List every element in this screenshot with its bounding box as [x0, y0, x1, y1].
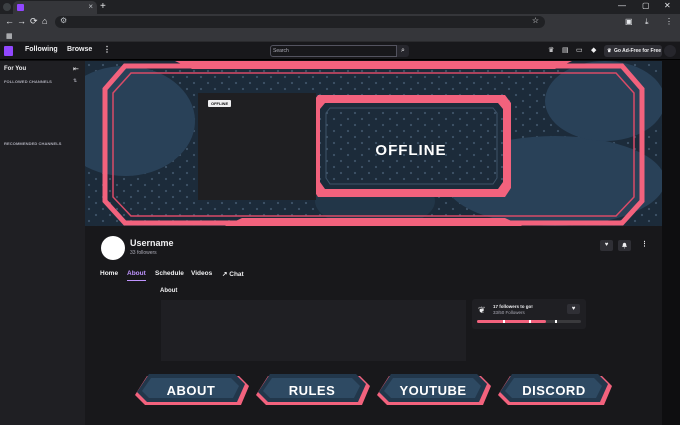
- tab-about[interactable]: About: [127, 270, 146, 277]
- follow-heart-button[interactable]: ♥: [600, 240, 613, 251]
- goal-hearts-icon: ❦: [478, 305, 486, 315]
- back-icon[interactable]: ←: [5, 16, 14, 26]
- panel-about-label: ABOUT: [167, 383, 216, 398]
- panel-rules-label: RULES: [289, 383, 336, 398]
- goal-progress-fill: [477, 320, 546, 323]
- browser-menu-icon[interactable]: ⋮: [665, 17, 673, 26]
- followed-channels-label: FOLLOWED CHANNELS: [4, 79, 52, 84]
- panel-art: YOUTUBE: [377, 374, 491, 405]
- close-tab-icon[interactable]: ×: [88, 2, 93, 11]
- crown-icon[interactable]: ♛: [548, 46, 554, 54]
- bell-icon: [622, 242, 627, 249]
- follower-goal: ❦ 17 followers to go! 33/50 Followers ♥: [472, 299, 586, 329]
- goal-marker: [503, 320, 505, 323]
- side-nav: For You ⇤ FOLLOWED CHANNELS ⇅ RECOMMENDE…: [0, 61, 85, 425]
- home-icon[interactable]: ⌂: [42, 16, 47, 26]
- video-player-preview[interactable]: OFFLINE: [198, 93, 316, 200]
- panel-art: ABOUT: [135, 374, 249, 405]
- browser-tab-strip: × + — ▢ ✕: [0, 0, 680, 14]
- channel-name[interactable]: Username: [130, 238, 174, 248]
- reload-icon[interactable]: ⟳: [30, 16, 38, 27]
- tab-schedule[interactable]: Schedule: [155, 270, 184, 277]
- offline-banner: OFFLINE OFFLINE: [85, 61, 662, 226]
- twitch-favicon-icon: [17, 4, 24, 11]
- tab-search-icon[interactable]: [3, 3, 11, 11]
- go-ad-free-button[interactable]: ♛ Go Ad-Free for Free: [604, 45, 662, 57]
- apps-grid-icon[interactable]: ▦: [6, 32, 13, 40]
- channel-info: Username 33 followers ♥ ⋮ Home About Sch…: [85, 226, 662, 425]
- panel-art: DISCORD: [498, 374, 612, 405]
- download-icon[interactable]: ⤓: [645, 17, 649, 27]
- browser-toolbar: ← → ⟳ ⌂ ⚙ ☆ ▣ ⤓ ⋮: [0, 14, 680, 30]
- tab-videos[interactable]: Videos: [191, 270, 212, 277]
- about-heading: About: [160, 288, 178, 294]
- channel-main: OFFLINE OFFLINE Username 33 followers ♥ …: [85, 61, 662, 425]
- minimize-icon[interactable]: —: [618, 1, 626, 10]
- maximize-icon[interactable]: ▢: [642, 1, 650, 10]
- panel-discord-label: DISCORD: [522, 383, 585, 398]
- panel-rules[interactable]: RULES: [254, 371, 372, 409]
- tab-chat[interactable]: ↗ Chat: [222, 270, 244, 278]
- whispers-icon[interactable]: ▭: [576, 46, 583, 54]
- user-avatar[interactable]: [664, 45, 676, 57]
- twitch-logo-icon[interactable]: [4, 46, 13, 56]
- site-info-icon[interactable]: ⚙: [60, 16, 67, 25]
- search-input[interactable]: [273, 46, 393, 56]
- bits-icon[interactable]: ◆: [591, 46, 596, 54]
- nav-more-icon[interactable]: ⋮: [103, 45, 111, 54]
- bookmark-star-icon[interactable]: ☆: [532, 16, 539, 25]
- crown-small-icon: ♛: [607, 48, 612, 54]
- close-window-icon[interactable]: ✕: [664, 1, 671, 10]
- panel-about[interactable]: ABOUT: [133, 371, 251, 409]
- nav-following[interactable]: Following: [25, 46, 58, 53]
- inbox-icon[interactable]: ▤: [562, 46, 569, 54]
- panel-art: RULES: [256, 374, 370, 405]
- sidebar-title: For You: [4, 66, 27, 72]
- collapse-sidebar-icon[interactable]: ⇤: [73, 65, 79, 73]
- search-field[interactable]: [270, 45, 397, 57]
- notification-bell-button[interactable]: [618, 240, 631, 251]
- offline-badge: OFFLINE: [208, 100, 232, 107]
- follower-count: 33 followers: [130, 250, 157, 256]
- channel-avatar[interactable]: [101, 236, 125, 260]
- info-panels: ABOUT RULES YOUTUBE DISCORD: [133, 371, 623, 411]
- goal-text: 17 followers to go!: [493, 304, 533, 309]
- goal-marker: [555, 320, 557, 323]
- recommended-channels-label: RECOMMENDED CHANNELS: [4, 141, 62, 146]
- search-button[interactable]: ⌕: [397, 45, 409, 57]
- offline-banner-text: OFFLINE: [375, 142, 446, 159]
- forward-icon[interactable]: →: [17, 16, 26, 26]
- goal-marker: [529, 320, 531, 323]
- panel-youtube[interactable]: YOUTUBE: [375, 371, 493, 409]
- goal-progress-text: 33/50 Followers: [493, 310, 525, 315]
- browser-tab[interactable]: ×: [13, 1, 97, 14]
- extensions-icon[interactable]: ▣: [625, 17, 633, 26]
- goal-follow-button[interactable]: ♥: [567, 304, 580, 314]
- channel-more-icon[interactable]: ⋮: [641, 240, 648, 248]
- address-bar[interactable]: ⚙ ☆: [55, 16, 545, 28]
- tab-home[interactable]: Home: [100, 270, 118, 277]
- right-gutter: [662, 61, 680, 425]
- new-tab-button[interactable]: +: [100, 1, 106, 12]
- banner-art: OFFLINE: [85, 61, 662, 226]
- sort-icon[interactable]: ⇅: [73, 78, 77, 84]
- goal-progress-bar: [477, 320, 581, 323]
- nav-browse[interactable]: Browse: [67, 46, 92, 53]
- twitch-top-nav: Following Browse ⋮ ⌕ ♛ ▤ ▭ ◆ ♛ Go Ad-Fre…: [0, 42, 680, 60]
- panel-discord[interactable]: DISCORD: [496, 371, 614, 409]
- active-tab-indicator: [127, 280, 146, 281]
- go-ad-free-label: Go Ad-Free for Free: [614, 48, 662, 54]
- about-panel: [161, 300, 466, 361]
- panel-youtube-label: YOUTUBE: [399, 383, 466, 398]
- bookmarks-bar: ▦: [0, 30, 680, 42]
